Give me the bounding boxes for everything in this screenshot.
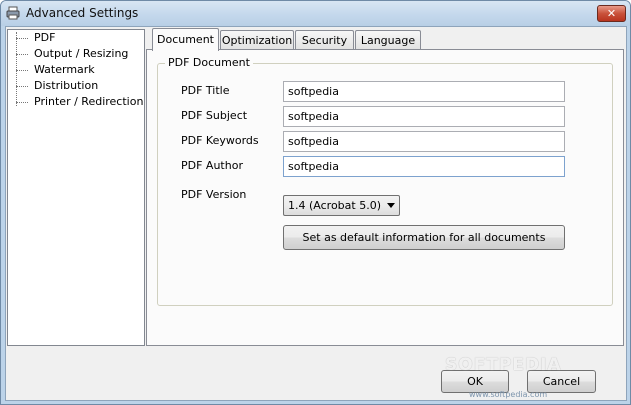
tree-item-label: Distribution xyxy=(34,79,99,92)
pdf-keywords-label: PDF Keywords xyxy=(181,134,259,147)
tree-item-distribution[interactable]: Distribution xyxy=(8,78,144,94)
window-title: Advanced Settings xyxy=(26,6,139,20)
tab-document[interactable]: Document xyxy=(152,28,219,51)
dialog-client-area: PDF Output / Resizing Watermark Distribu… xyxy=(5,26,627,401)
tree-item-label: PDF xyxy=(34,31,56,44)
chevron-down-icon xyxy=(387,203,395,208)
close-icon: ✕ xyxy=(606,7,617,20)
tree-connector xyxy=(16,86,28,87)
tree-connector xyxy=(16,54,28,55)
pdf-document-group: PDF Document PDF Title PDF Subject PDF K… xyxy=(157,56,613,306)
tree-item-watermark[interactable]: Watermark xyxy=(8,62,144,78)
close-button[interactable]: ✕ xyxy=(597,5,626,22)
tree-connector xyxy=(16,102,28,103)
settings-category-tree[interactable]: PDF Output / Resizing Watermark Distribu… xyxy=(7,29,145,346)
tree-item-label: Watermark xyxy=(34,63,95,76)
pdf-title-input[interactable] xyxy=(283,81,565,102)
pdf-version-value: 1.4 (Acrobat 5.0) xyxy=(288,199,381,212)
tree-connector xyxy=(16,70,28,71)
pdf-author-label: PDF Author xyxy=(181,159,243,172)
tab-language[interactable]: Language xyxy=(355,30,421,50)
title-bar[interactable]: Advanced Settings ✕ xyxy=(1,1,630,26)
group-title: PDF Document xyxy=(165,56,253,69)
tree-item-label: Printer / Redirection xyxy=(34,95,144,108)
advanced-settings-window: Advanced Settings ✕ PDF Output / Resizin… xyxy=(0,0,631,405)
tree-item-printer-redirection[interactable]: Printer / Redirection xyxy=(8,94,144,110)
tab-optimization[interactable]: Optimization xyxy=(220,30,294,50)
pdf-version-select[interactable]: 1.4 (Acrobat 5.0) xyxy=(283,195,400,216)
tab-security[interactable]: Security xyxy=(295,30,354,50)
pdf-author-input[interactable] xyxy=(283,156,565,177)
printer-app-icon xyxy=(6,6,20,20)
tree-connector xyxy=(16,38,28,39)
pdf-subject-input[interactable] xyxy=(283,106,565,127)
tree-item-output-resizing[interactable]: Output / Resizing xyxy=(8,46,144,62)
settings-tabs: Document Optimization Security Language … xyxy=(146,28,624,346)
document-tab-panel: PDF Document PDF Title PDF Subject PDF K… xyxy=(146,49,624,346)
set-default-info-button[interactable]: Set as default information for all docum… xyxy=(283,225,565,250)
tree-item-label: Output / Resizing xyxy=(34,47,129,60)
pdf-subject-label: PDF Subject xyxy=(181,109,248,122)
pdf-keywords-input[interactable] xyxy=(283,131,565,152)
pdf-title-label: PDF Title xyxy=(181,84,230,97)
softpedia-url-watermark: www.softpedia.com xyxy=(469,390,548,399)
tree-item-pdf[interactable]: PDF xyxy=(8,30,144,46)
pdf-version-label: PDF Version xyxy=(181,188,247,201)
softpedia-watermark: SOFTPEDIA xyxy=(445,355,562,375)
